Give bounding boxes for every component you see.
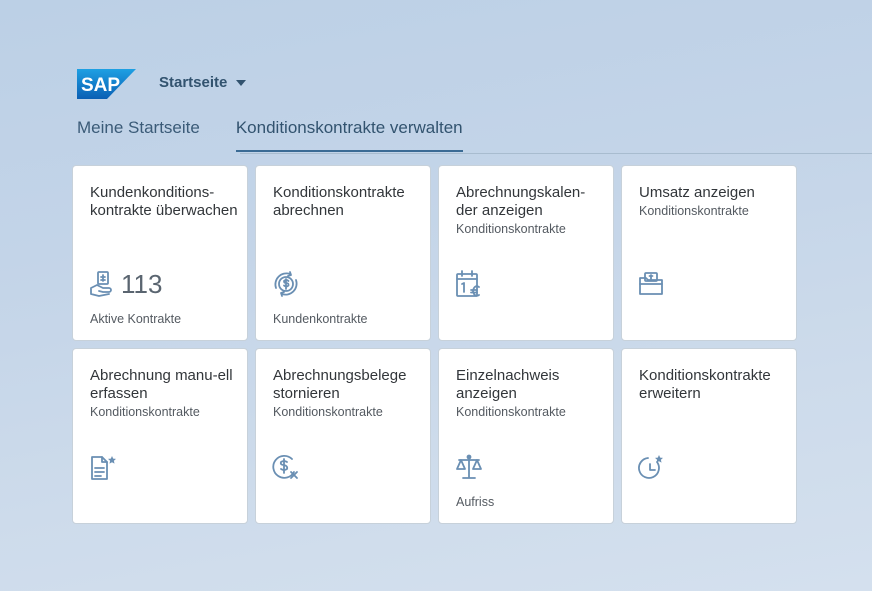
document-star-icon — [89, 453, 117, 481]
tile-kundenkonditionskontrakte[interactable]: Kundenkonditions-kontrakte überwachen 11… — [72, 165, 248, 341]
tab-bar: Meine Startseite Konditionskontrakte ver… — [77, 118, 499, 152]
dollar-cancel-icon — [272, 453, 300, 481]
tile-abrechnungskalender[interactable]: Abrechnungskalen-der anzeigen Konditions… — [438, 165, 614, 341]
tile-title: Abrechnungsbelege stornieren Konditionsk… — [273, 367, 407, 419]
home-menu[interactable]: Startseite — [159, 74, 247, 91]
tile-konditionskontrakte-abrechnen[interactable]: Konditionskontrakte abrechnen Kundenkont… — [255, 165, 431, 341]
tile-abrechnung-manuell[interactable]: Abrechnung manu-ell erfassen Konditionsk… — [72, 348, 248, 524]
money-cycle-icon — [272, 270, 300, 298]
tile-abrechnungsbelege-stornieren[interactable]: Abrechnungsbelege stornieren Konditionsk… — [255, 348, 431, 524]
tile-title: Abrechnung manu-ell erfassen Konditionsk… — [90, 367, 233, 419]
tile-footer: Aktive Kontrakte — [90, 312, 182, 326]
tab-meine-startseite[interactable]: Meine Startseite — [77, 118, 200, 152]
clock-star-icon — [638, 453, 666, 481]
caret-down-icon — [236, 79, 247, 86]
tile-einzelnachweis-anzeigen[interactable]: Einzelnachweis anzeigen Konditionskontra… — [438, 348, 614, 524]
tile-title: Umsatz anzeigen Konditionskontrakte — [639, 184, 755, 218]
tab-divider — [240, 153, 872, 154]
tile-footer: Kundenkontrakte — [273, 312, 368, 326]
money-hands-icon — [89, 270, 117, 298]
tile-konditionskontrakte-erweitern[interactable]: Konditionskontrakte erweitern — [621, 348, 797, 524]
svg-text:SAP: SAP — [81, 75, 120, 96]
folder-money-icon — [638, 270, 666, 298]
tile-title: Kundenkonditions-kontrakte überwachen — [90, 184, 238, 219]
home-title: Startseite — [159, 74, 228, 91]
euro-calendar-icon — [455, 270, 483, 298]
sap-logo: SAP — [77, 69, 136, 99]
tab-konditionskontrakte[interactable]: Konditionskontrakte verwalten — [235, 118, 463, 152]
tile-title: Abrechnungskalen-der anzeigen Konditions… — [456, 184, 586, 236]
tile-umsatz-anzeigen[interactable]: Umsatz anzeigen Konditionskontrakte — [621, 165, 797, 341]
scale-icon — [455, 453, 483, 481]
kpi-value: 113 — [121, 269, 163, 299]
tile-footer: Aufriss — [456, 495, 495, 509]
tile-title: Konditionskontrakte abrechnen — [273, 184, 405, 219]
tile-title: Einzelnachweis anzeigen Konditionskontra… — [456, 367, 566, 419]
tile-title: Konditionskontrakte erweitern — [639, 367, 771, 402]
